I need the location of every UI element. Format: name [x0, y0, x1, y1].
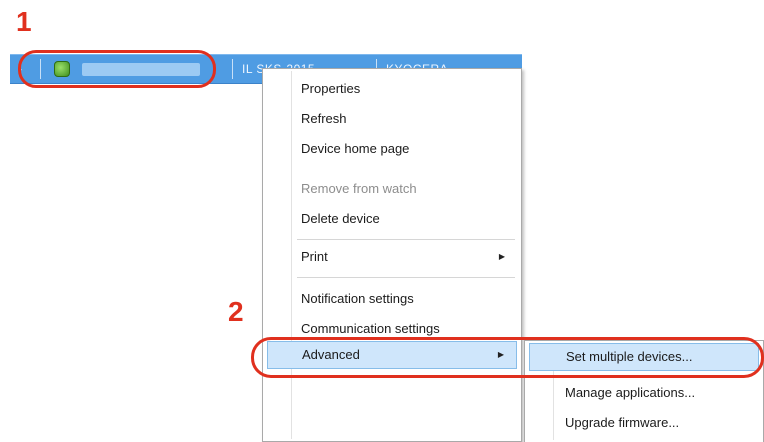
menu-item-properties[interactable]: Properties	[267, 75, 517, 103]
step-1-highlight	[18, 50, 216, 88]
menu-item-print[interactable]: Print ▶	[267, 243, 517, 271]
step-1-callout: 1	[16, 6, 32, 37]
menu-separator	[297, 239, 515, 240]
context-menu: Properties Refresh Device home page Remo…	[262, 68, 522, 442]
menu-item-upgrade-firmware[interactable]: Upgrade firmware...	[529, 409, 759, 437]
menu-item-manage-applications[interactable]: Manage applications...	[529, 379, 759, 407]
menu-item-notification-settings[interactable]: Notification settings	[267, 285, 517, 313]
submenu-arrow-icon: ▶	[498, 252, 505, 261]
step-2-highlight	[251, 337, 764, 378]
menu-item-remove-from-watch[interactable]: Remove from watch	[267, 175, 517, 203]
column-divider	[232, 59, 233, 79]
menu-item-refresh[interactable]: Refresh	[267, 105, 517, 133]
menu-separator	[297, 277, 515, 278]
menu-item-label: Print	[301, 249, 328, 264]
menu-item-device-home-page[interactable]: Device home page	[267, 135, 517, 163]
menu-item-delete-device[interactable]: Delete device	[267, 205, 517, 233]
step-2-callout: 2	[228, 296, 244, 327]
